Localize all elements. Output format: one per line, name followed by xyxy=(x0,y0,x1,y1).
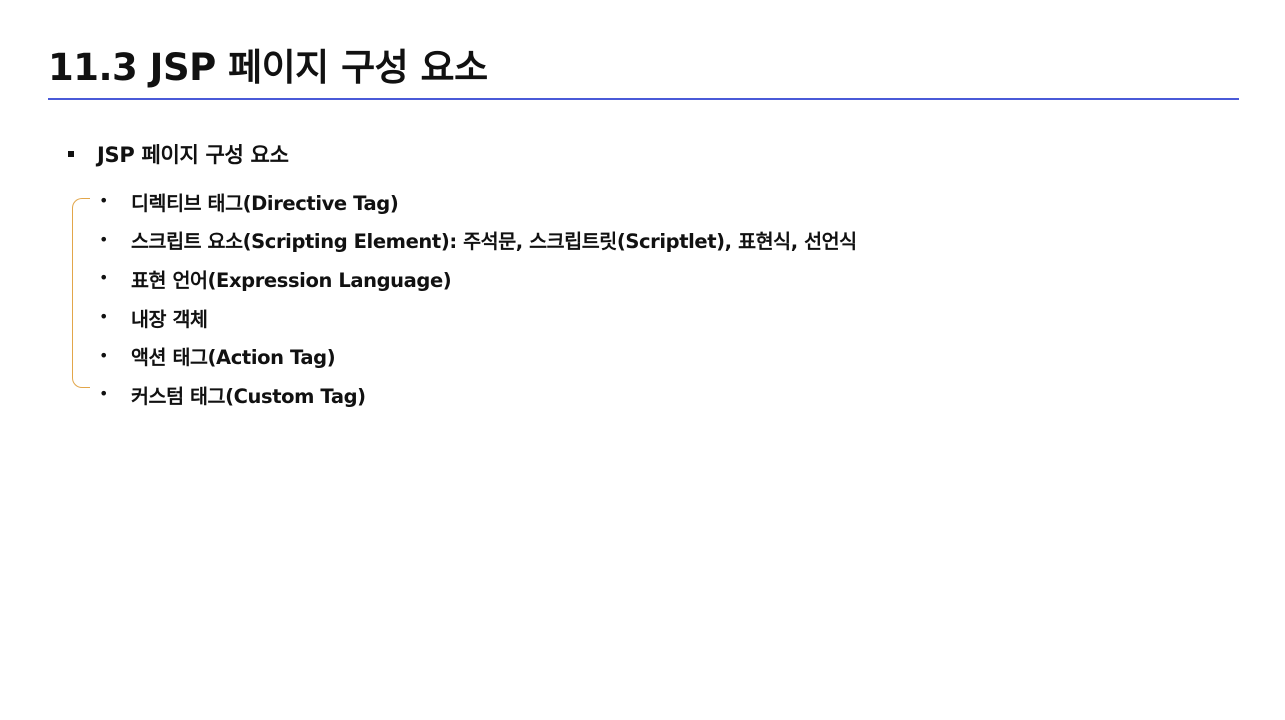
list-item-custom-tag: • 커스텀 태그(Custom Tag) xyxy=(99,375,857,414)
bullet-dot-icon: • xyxy=(99,345,109,365)
square-bullet-icon xyxy=(68,151,74,157)
list-item-action-tag: • 액션 태그(Action Tag) xyxy=(99,336,857,375)
slide-title: 11.3 JSP 페이지 구성 요소 xyxy=(48,46,488,89)
list-item-scripting-element: • 스크립트 요소(Scripting Element): 주석문, 스크립트릿… xyxy=(99,221,857,260)
group-bracket xyxy=(72,198,90,388)
section-heading-label: JSP 페이지 구성 요소 xyxy=(97,143,289,167)
section-heading: JSP 페이지 구성 요소 xyxy=(68,140,289,168)
list-item-label: 스크립트 요소(Scripting Element): 주석문, 스크립트릿(S… xyxy=(131,230,857,254)
bullet-dot-icon: • xyxy=(99,229,109,249)
bullet-dot-icon: • xyxy=(99,384,109,404)
list-item-label: 커스텀 태그(Custom Tag) xyxy=(131,384,366,408)
list-item-label: 디렉티브 태그(Directive Tag) xyxy=(131,191,399,215)
component-list: • 디렉티브 태그(Directive Tag) • 스크립트 요소(Scrip… xyxy=(99,182,857,414)
list-item-label: 액션 태그(Action Tag) xyxy=(131,346,336,370)
bullet-dot-icon: • xyxy=(99,191,109,211)
bullet-dot-icon: • xyxy=(99,268,109,288)
list-item-label: 내장 객체 xyxy=(131,307,208,331)
list-item-directive-tag: • 디렉티브 태그(Directive Tag) xyxy=(99,182,857,221)
list-item-implicit-objects: • 내장 객체 xyxy=(99,298,857,337)
bullet-dot-icon: • xyxy=(99,307,109,327)
list-item-expression-language: • 표현 언어(Expression Language) xyxy=(99,259,857,298)
title-underline xyxy=(48,98,1239,100)
list-item-label: 표현 언어(Expression Language) xyxy=(131,268,452,292)
